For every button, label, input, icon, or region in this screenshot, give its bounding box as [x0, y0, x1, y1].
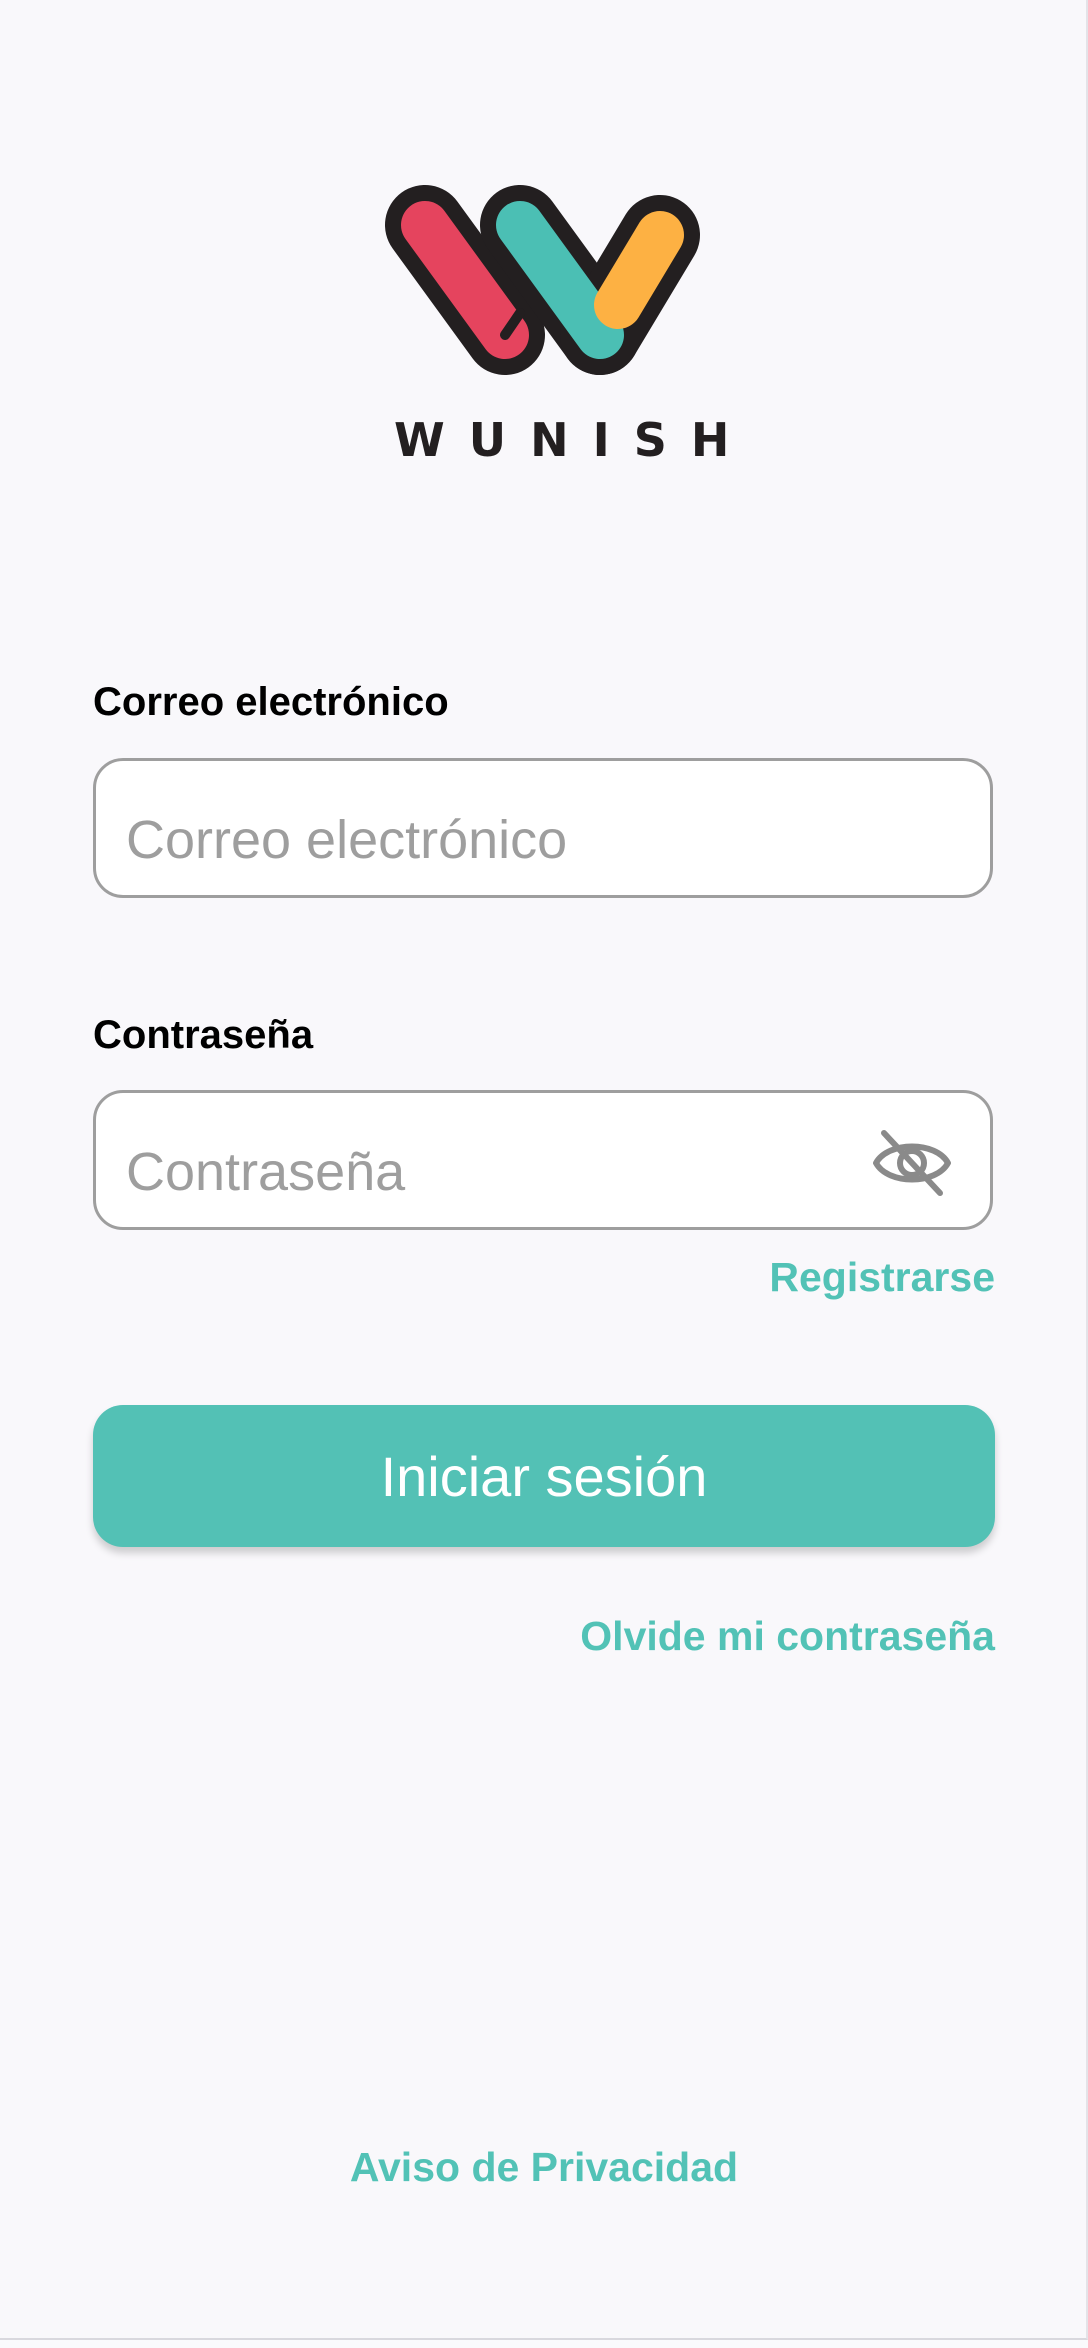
privacy-notice-link[interactable]: Aviso de Privacidad [0, 2144, 1088, 2191]
register-link[interactable]: Registrarse [769, 1254, 995, 1301]
email-input[interactable] [126, 761, 906, 895]
password-label: Contraseña [93, 1013, 314, 1057]
forgot-password-link[interactable]: Olvide mi contraseña [580, 1613, 995, 1660]
email-field-container [93, 758, 993, 898]
brand-logo: WUNISH [370, 185, 754, 467]
login-button[interactable]: Iniciar sesión [93, 1405, 995, 1547]
wunish-logo-mark [385, 185, 700, 375]
login-screen: WUNISH Correo electrónico Contraseña Reg… [0, 0, 1088, 2340]
password-input[interactable] [126, 1093, 906, 1227]
brand-wordmark: WUNISH [394, 413, 754, 467]
eye-off-icon[interactable] [872, 1127, 952, 1199]
password-field-container [93, 1090, 993, 1230]
email-label: Correo electrónico [93, 680, 449, 724]
